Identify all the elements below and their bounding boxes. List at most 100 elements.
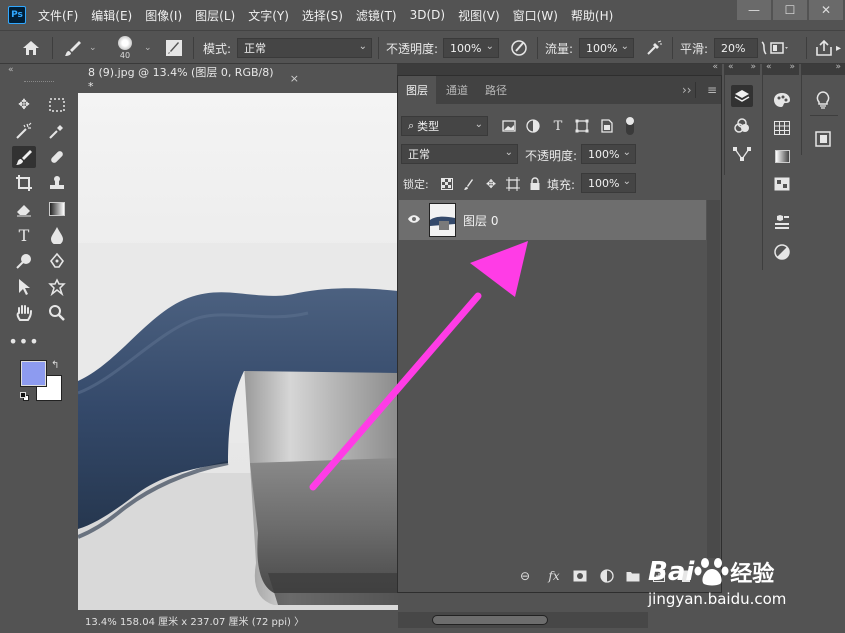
swatches-grid-icon[interactable]: [771, 117, 793, 139]
lock-transparent-icon[interactable]: [440, 177, 454, 191]
adjustment-layer-icon[interactable]: [599, 568, 615, 584]
filter-type-icon[interactable]: T: [551, 119, 565, 134]
default-colors-icon[interactable]: [20, 392, 30, 402]
filter-toggle[interactable]: [626, 117, 634, 135]
healing-brush-tool-icon[interactable]: [45, 146, 69, 168]
menu-edit[interactable]: 编辑(E): [91, 7, 132, 24]
menu-filter[interactable]: 滤镜(T): [356, 7, 397, 24]
home-icon[interactable]: [22, 31, 40, 65]
menu-layer[interactable]: 图层(L): [195, 7, 235, 24]
blend-mode-select[interactable]: 正常 ⌄: [401, 144, 518, 164]
paths-dock-icon[interactable]: [731, 143, 753, 165]
learn-lightbulb-icon[interactable]: [812, 89, 834, 111]
eraser-tool-icon[interactable]: [12, 198, 36, 220]
menu-file[interactable]: 文件(F): [38, 7, 78, 24]
mode-select[interactable]: 正常 ⌄: [237, 38, 372, 58]
custom-shape-tool-icon[interactable]: [45, 276, 69, 298]
menu-image[interactable]: 图像(I): [145, 7, 182, 24]
clone-stamp-tool-icon[interactable]: [45, 172, 69, 194]
gradient-tool-icon[interactable]: [45, 198, 69, 220]
brush-size-picker[interactable]: 40: [118, 31, 132, 65]
horizontal-scroll-thumb[interactable]: [432, 615, 548, 625]
document-canvas[interactable]: [78, 93, 398, 610]
expand-dock-icon[interactable]: »: [789, 62, 795, 72]
dodge-tool-icon[interactable]: [12, 250, 36, 272]
link-layers-icon[interactable]: ⊖: [517, 568, 533, 584]
flow-field[interactable]: 100% ⌄: [579, 38, 634, 58]
lock-position-icon[interactable]: ✥: [484, 177, 498, 191]
brush-settings-panel-icon[interactable]: [165, 31, 183, 65]
opacity-field[interactable]: 100% ⌄: [443, 38, 499, 58]
restore-button[interactable]: ☐: [773, 0, 807, 20]
minimize-button[interactable]: —: [737, 0, 771, 20]
airbrush-icon[interactable]: [645, 31, 663, 65]
gradients-icon[interactable]: [771, 145, 793, 167]
new-group-icon[interactable]: [625, 568, 641, 584]
edit-toolbar-icon[interactable]: •••: [8, 330, 38, 352]
layers-scrollbar[interactable]: [707, 200, 720, 558]
tools-grip[interactable]: [24, 81, 54, 83]
menu-view[interactable]: 视图(V): [458, 7, 500, 24]
color-palette-icon[interactable]: [771, 89, 793, 111]
menu-help[interactable]: 帮助(H): [571, 7, 613, 24]
horizontal-scrollbar[interactable]: [398, 612, 648, 628]
menu-window[interactable]: 窗口(W): [513, 7, 558, 24]
filter-pixel-icon[interactable]: [502, 119, 516, 133]
smoothing-field[interactable]: 20%: [714, 38, 758, 58]
menu-3d[interactable]: 3D(D): [410, 8, 445, 22]
adjustments-icon[interactable]: [771, 241, 793, 263]
layer-opacity-field[interactable]: 100% ⌄: [581, 144, 636, 164]
smoothing-options-icon[interactable]: [760, 31, 768, 65]
brush-size-chevron-icon[interactable]: ⌄: [144, 31, 152, 65]
brush-tool-preset-icon[interactable]: [64, 31, 82, 65]
menu-select[interactable]: 选择(S): [302, 7, 343, 24]
expand-dock-icon[interactable]: »: [835, 62, 841, 72]
close-window-button[interactable]: ✕: [809, 0, 843, 20]
pen-tool-icon[interactable]: [45, 250, 69, 272]
magic-wand-tool-icon[interactable]: [12, 120, 36, 142]
collapse-panel-icon[interactable]: «: [712, 62, 718, 72]
brush-tool-icon[interactable]: [12, 146, 36, 168]
filter-smart-object-icon[interactable]: [600, 119, 614, 133]
collapse-tools-icon[interactable]: «: [8, 65, 14, 75]
libraries-icon[interactable]: [812, 128, 834, 150]
brush-preset-chevron-icon[interactable]: ⌄: [89, 31, 97, 65]
blur-tool-icon[interactable]: [45, 224, 69, 246]
hand-tool-icon[interactable]: [12, 302, 36, 324]
crop-tool-icon[interactable]: [12, 172, 36, 194]
lock-all-icon[interactable]: [528, 177, 542, 191]
filter-shape-icon[interactable]: [575, 119, 589, 133]
filter-adjustment-icon[interactable]: [526, 119, 540, 133]
swap-colors-icon[interactable]: ↰: [51, 360, 59, 371]
share-icon[interactable]: [815, 31, 833, 65]
visibility-eye-icon[interactable]: [407, 213, 421, 227]
tab-layers[interactable]: 图层: [398, 76, 436, 104]
move-tool-icon[interactable]: ✥: [12, 94, 36, 116]
fx-button[interactable]: fx: [546, 568, 562, 584]
properties-icon[interactable]: [771, 211, 793, 233]
fill-field[interactable]: 100% ⌄: [581, 173, 636, 193]
close-document-icon[interactable]: ×: [290, 72, 299, 85]
eyedropper-tool-icon[interactable]: [45, 120, 69, 142]
dock-collapse-strip-1[interactable]: « »: [724, 62, 760, 75]
foreground-color-swatch[interactable]: [20, 360, 47, 387]
lock-artboard-icon[interactable]: [506, 177, 520, 191]
filter-kind-select[interactable]: ⌕ 类型 ⌄: [401, 116, 488, 136]
panel-collapse-strip[interactable]: «: [397, 62, 722, 75]
tab-paths[interactable]: 路径: [477, 76, 515, 104]
pressure-opacity-icon[interactable]: [510, 31, 528, 65]
menu-type[interactable]: 文字(Y): [248, 7, 289, 24]
marquee-tool-icon[interactable]: [45, 94, 69, 116]
document-tab[interactable]: 8 (9).jpg @ 13.4% (图层 0, RGB/8) * ×: [78, 64, 299, 93]
type-tool-icon[interactable]: T: [12, 224, 36, 246]
brush-angle-icon[interactable]: [770, 31, 790, 65]
options-overflow-icon[interactable]: ▸: [836, 31, 841, 65]
collapse-dock-icon[interactable]: «: [766, 62, 772, 72]
tab-channels[interactable]: 通道: [438, 76, 476, 104]
layer-name[interactable]: 图层 0: [463, 212, 498, 229]
zoom-tool-icon[interactable]: [45, 302, 69, 324]
dock-collapse-strip-3[interactable]: »: [801, 62, 845, 75]
dock-collapse-strip-2[interactable]: « »: [762, 62, 799, 75]
layer-row[interactable]: 图层 0: [399, 200, 706, 240]
collapse-dock-icon[interactable]: «: [728, 62, 734, 72]
